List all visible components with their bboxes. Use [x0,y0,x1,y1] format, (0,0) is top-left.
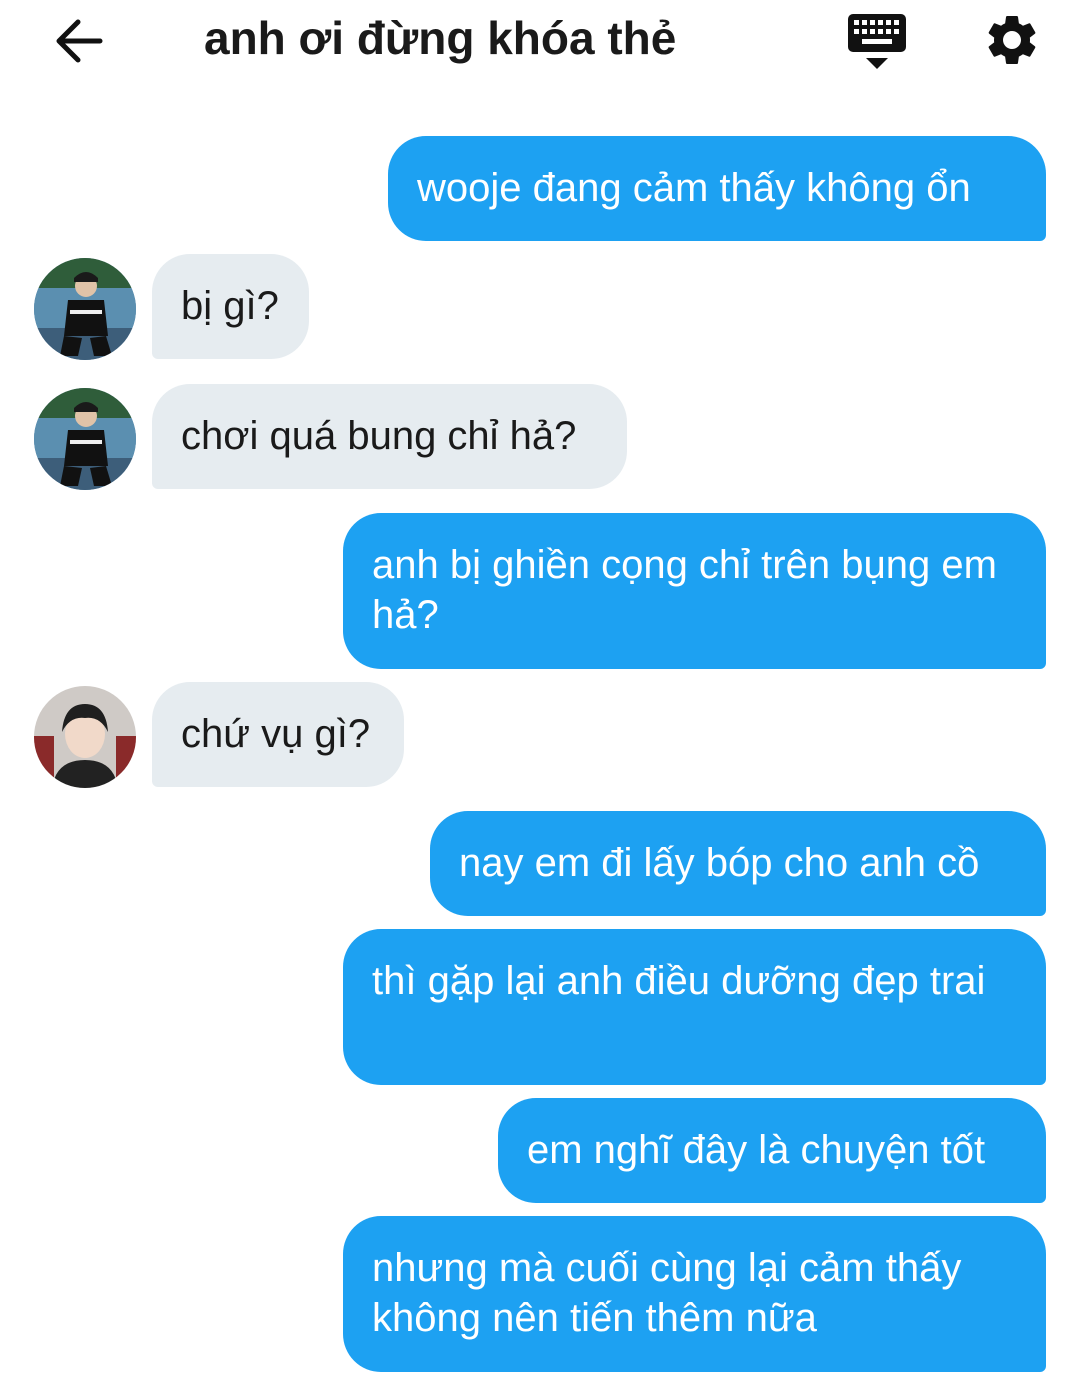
arrow-left-icon [56,19,103,63]
message-bubble-outgoing[interactable]: wooje đang cảm thấy không ổn [388,136,1046,241]
settings-button[interactable] [982,10,1042,70]
message-bubble-incoming[interactable]: chứ vụ gì? [152,682,404,787]
keyboard-icon [848,14,906,69]
avatar[interactable] [34,686,136,788]
message-bubble-outgoing[interactable]: nay em đi lấy bóp cho anh cồ [430,811,1046,916]
avatar[interactable] [34,258,136,360]
conversation-title: anh ơi đừng khóa thẻ [204,12,677,64]
message-bubble-outgoing[interactable]: nhưng mà cuối cùng lại cảm thấy không nê… [343,1216,1046,1372]
message-bubble-outgoing[interactable]: em nghĩ đây là chuyện tốt [498,1098,1046,1203]
message-bubble-incoming[interactable]: chơi quá bung chỉ hả? [152,384,627,489]
message-bubble-outgoing[interactable]: thì gặp lại anh điều dưỡng đẹp trai [343,929,1046,1085]
message-bubble-outgoing[interactable]: anh bị ghiền cọng chỉ trên bụng em hả? [343,513,1046,669]
gear-icon [988,15,1036,64]
keyboard-button[interactable] [846,12,910,72]
back-button[interactable] [52,14,106,68]
avatar[interactable] [34,388,136,490]
chat-header: anh ơi đừng khóa thẻ [0,0,1080,80]
message-bubble-incoming[interactable]: bị gì? [152,254,309,359]
